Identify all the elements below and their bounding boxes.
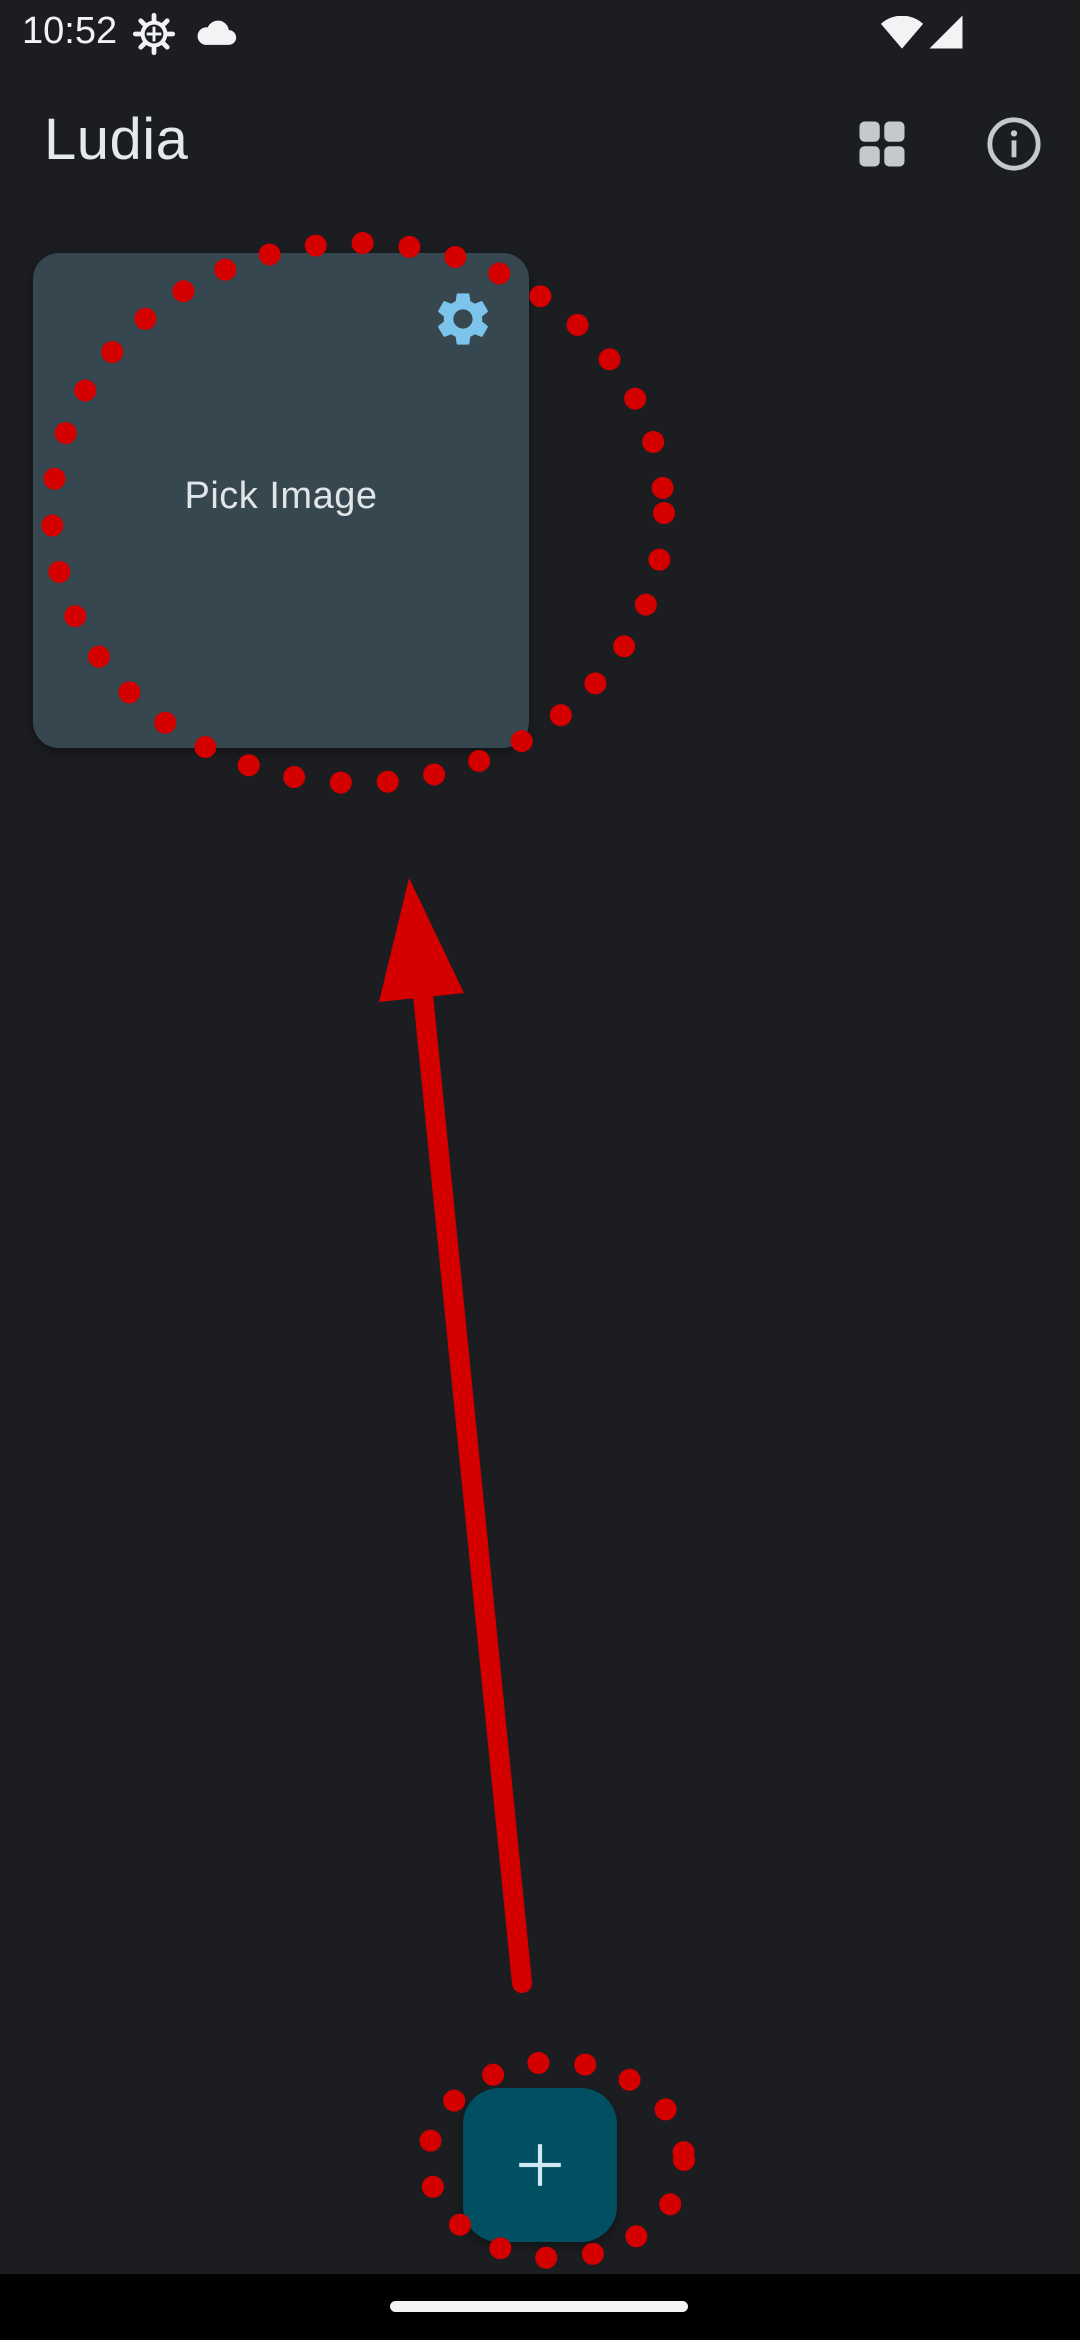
arrow-head bbox=[379, 878, 464, 1002]
grid-view-icon bbox=[859, 121, 905, 167]
settings-icon bbox=[438, 293, 488, 345]
card-settings-button[interactable] bbox=[431, 287, 495, 351]
arrow-shaft bbox=[411, 965, 532, 1993]
top-app-bar: Ludia bbox=[0, 88, 1080, 198]
pick-image-card[interactable]: Pick Image bbox=[33, 253, 529, 748]
grid-view-button[interactable] bbox=[850, 112, 914, 176]
app-title: Ludia bbox=[44, 107, 189, 172]
system-navigation-bar bbox=[0, 2274, 1080, 2340]
status-bar: 10:52 bbox=[0, 0, 1080, 66]
cloud-icon bbox=[197, 20, 237, 45]
cell-signal-icon bbox=[929, 15, 963, 49]
wifi-icon bbox=[880, 16, 924, 49]
pick-image-label: Pick Image bbox=[184, 475, 378, 517]
info-button[interactable] bbox=[982, 112, 1046, 176]
home-gesture-handle[interactable] bbox=[390, 2301, 688, 2312]
add-fab[interactable] bbox=[463, 2088, 617, 2242]
info-icon bbox=[987, 117, 1041, 171]
status-time: 10:52 bbox=[22, 10, 118, 52]
plus-icon bbox=[519, 2144, 561, 2186]
app-screen: 10:52 Ludia Pick Image bbox=[0, 0, 1080, 2340]
gear-icon bbox=[132, 12, 176, 56]
